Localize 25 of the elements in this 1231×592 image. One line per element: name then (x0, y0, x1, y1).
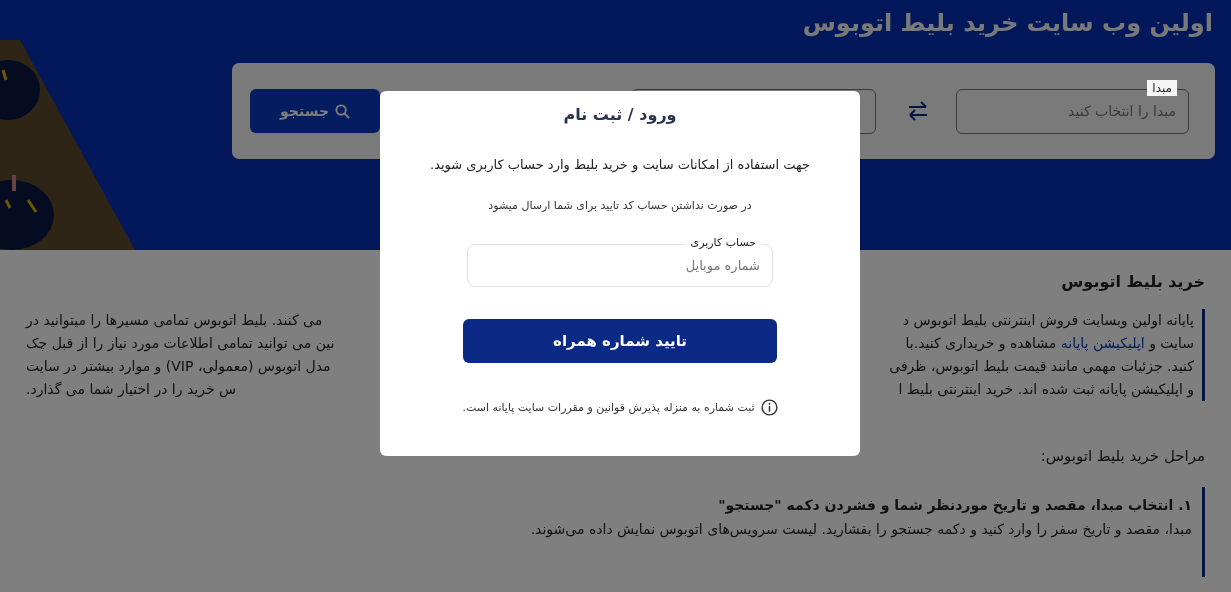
section-heading: خرید بلیط اتوبوس (1060, 272, 1205, 291)
paragraph-text: کنید. جزئیات مهمی مانند قیمت بلیط اتوبوس، ظرفی (889, 357, 1194, 377)
dialog-note: در صورت نداشتن حساب کد تایید برای شما ارسال میشود (488, 199, 752, 212)
dialog-message: جهت استفاده از امکانات سایت و خرید بلیط وارد حساب کاربری شوید. (430, 157, 810, 172)
paragraph-text: پایانه اولین وبسایت فروش اینترنتی بلیط اتوبوس د (902, 311, 1194, 331)
terms-note: ثبت شماره به منزله پذیرش قوانین و مقررات سایت پایانه است. (462, 401, 755, 414)
search-icon (334, 103, 350, 119)
paragraph-text: س خرید را در اختیار شما می گذارد. (26, 380, 237, 400)
hero-title: اولین وب سایت خرید بلیط اتوبوس (801, 9, 1213, 37)
search-button[interactable]: جستجو (250, 89, 380, 133)
field-label: حساب کاربری (685, 235, 761, 251)
app-link[interactable]: اپلیکیشن پایانه (1060, 335, 1145, 351)
swap-icon[interactable] (907, 101, 929, 121)
steps-heading: مراحل خرید بلیط اتوبوس: (1039, 447, 1205, 465)
confirm-button[interactable]: تایید شماره همراه (463, 319, 777, 363)
paragraph-text: نین می توانید تمامی اطلاعات مورد نیاز را از قبل چک (26, 334, 335, 354)
dialog-title: ورود / ثبت نام (563, 105, 677, 124)
paragraph-text: سایت و اپلیکیشن پایانه مشاهده و خریداری کنید.با (905, 334, 1194, 354)
field-label: مبدا (1147, 79, 1177, 96)
info-icon (760, 399, 778, 416)
paragraph-text: می کنند. بلیط اتوبوس تمامی مسیرها را میتوانید در (26, 311, 323, 331)
paragraph-text: مدل اتوبوس (معمولی، VIP) و موارد بیشتر در سایت (26, 357, 331, 377)
paragraph-text: و اپلیکیشن پایانه ثبت شده اند. خرید اینترنتی بلیط ا (898, 380, 1194, 400)
step-title: ۱. انتخاب مبدا، مقصد و تاریخ موردنظر شما و فشردن دکمه "جستجو" (717, 497, 1192, 513)
step-text: مبدا، مقصد و تاریخ سفر را وارد کنید و دکمه جستجو را بفشارید. لیست سرویس‌های اتوبوس نمایش داده می‌شوند. (529, 521, 1192, 537)
